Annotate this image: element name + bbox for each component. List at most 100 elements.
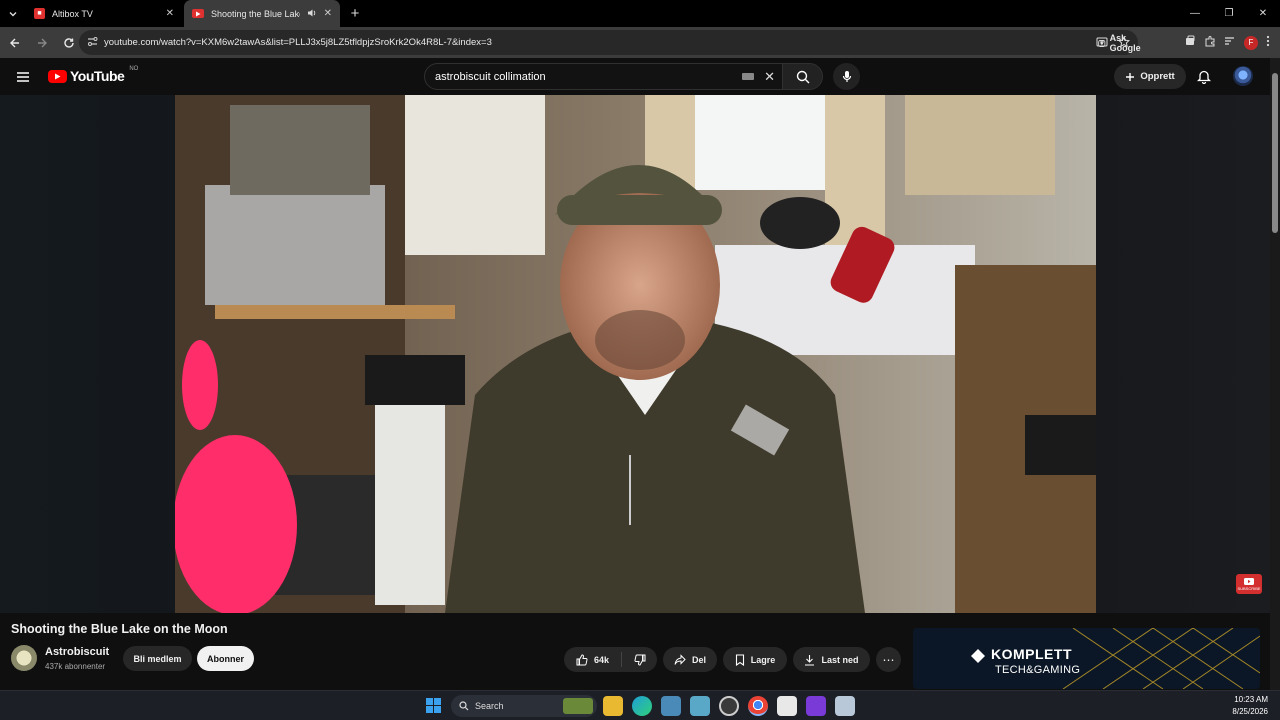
clock-app-icon[interactable]: [719, 696, 739, 716]
tab-youtube[interactable]: Shooting the Blue Lake on ✕: [184, 0, 340, 27]
like-count: 64k: [593, 654, 610, 665]
subscriber-count: 437k abonnenter: [45, 662, 106, 671]
download-icon: [805, 654, 815, 666]
more-actions-icon[interactable]: ⋯: [876, 647, 901, 672]
page-scrollbar[interactable]: [1270, 58, 1280, 690]
tab-close-icon[interactable]: ✕: [324, 8, 332, 19]
notifications-bell-icon[interactable]: [1196, 69, 1212, 89]
extensions-icon[interactable]: [1204, 34, 1216, 52]
share-label: Del: [691, 654, 706, 665]
clock-date: 8/25/2026: [1232, 707, 1268, 716]
search-button[interactable]: [782, 63, 823, 90]
address-bar[interactable]: youtube.com/watch?v=KXM6w2tawAs&list=PLL…: [79, 30, 1141, 55]
media-control-icon[interactable]: [1184, 34, 1196, 52]
ad-brand: KOMPLETT: [991, 646, 1072, 662]
microphone-icon: [842, 71, 851, 82]
join-button[interactable]: Bli medlem: [123, 646, 192, 671]
clock-time: 10:23 AM: [1234, 695, 1268, 704]
site-info-icon[interactable]: [87, 34, 98, 52]
back-icon[interactable]: [3, 31, 27, 55]
search-icon: [459, 701, 469, 711]
save-label: Lagre: [750, 654, 776, 665]
notepad-icon[interactable]: [777, 696, 797, 716]
tab-title: Shooting the Blue Lake on: [211, 8, 300, 19]
subscribe-button[interactable]: Abonner: [197, 646, 254, 671]
share-button[interactable]: Del: [663, 647, 717, 672]
reading-list-icon[interactable]: [1224, 34, 1236, 52]
tab-search-chevron-icon[interactable]: [0, 0, 26, 27]
keyboard-icon[interactable]: [742, 73, 755, 80]
subscribe-watermark[interactable]: SUBSCRIBE: [1236, 574, 1262, 594]
clear-search-icon[interactable]: ✕: [764, 69, 775, 85]
altibox-favicon-icon: ■: [34, 8, 45, 19]
youtube-masthead: YouTube NO ✕ Opprett: [0, 58, 1270, 95]
youtube-favicon-icon: [192, 9, 204, 18]
thumbs-up-icon: [576, 653, 588, 665]
tab-altibox[interactable]: ■ Altibox TV ✕: [26, 0, 182, 27]
share-icon: [674, 653, 686, 665]
like-dislike-group: 64k: [564, 647, 657, 672]
youtube-logo[interactable]: YouTube NO: [48, 66, 138, 84]
system-clock[interactable]: 10:23 AM 8/25/2026: [1232, 694, 1268, 718]
browser-toolbar: youtube.com/watch?v=KXM6w2tawAs&list=PLL…: [0, 27, 1280, 58]
channel-avatar[interactable]: [11, 645, 37, 671]
guide-menu-icon[interactable]: [16, 70, 30, 88]
chrome-icon[interactable]: [748, 696, 768, 716]
tab-close-icon[interactable]: ✕: [166, 8, 174, 19]
search-input[interactable]: [435, 70, 743, 83]
bookmark-star-icon[interactable]: [1117, 35, 1131, 53]
taskbar-search-label: Search: [475, 701, 504, 711]
taskbar-search[interactable]: Search: [451, 695, 597, 717]
download-label: Last ned: [821, 654, 859, 665]
window-controls: — ❐ ✕: [1178, 0, 1280, 27]
windows-start-icon[interactable]: [426, 698, 441, 713]
video-title: Shooting the Blue Lake on the Moon: [11, 622, 228, 636]
bookmark-icon: [735, 653, 744, 666]
watermark-label: SUBSCRIBE: [1237, 585, 1261, 591]
edge-icon[interactable]: [632, 696, 652, 716]
reload-icon[interactable]: [57, 31, 81, 55]
file-explorer-icon[interactable]: [603, 696, 623, 716]
profile-avatar[interactable]: F: [1244, 35, 1258, 50]
youtube-wordmark: YouTube: [70, 68, 125, 84]
new-tab-button[interactable]: +: [340, 0, 370, 27]
browser-actions: F: [1184, 27, 1280, 58]
like-button[interactable]: 64k: [564, 652, 622, 667]
browser-tab-strip: ■ Altibox TV ✕ Shooting the Blue Lake on…: [0, 0, 1280, 27]
forward-icon[interactable]: [30, 31, 54, 55]
store-icon[interactable]: [835, 696, 855, 716]
browser-menu-icon[interactable]: [1266, 34, 1270, 52]
video-frame: [175, 95, 1096, 613]
purple-app-icon[interactable]: [806, 696, 826, 716]
create-button[interactable]: Opprett: [1114, 64, 1186, 89]
search-icon: [796, 70, 809, 83]
download-button[interactable]: Last ned: [793, 647, 870, 672]
teams-icon[interactable]: [661, 696, 681, 716]
ad-tagline: TECH&GAMING: [995, 664, 1081, 676]
windows-taskbar: Search 10:23 AM 8/25/2026: [0, 690, 1280, 720]
omnibox-actions: [1096, 35, 1131, 53]
tab-title: Altibox TV: [52, 8, 93, 19]
restore-icon[interactable]: ❐: [1212, 0, 1246, 27]
account-avatar[interactable]: [1233, 66, 1253, 86]
create-label: Opprett: [1140, 71, 1175, 82]
save-button[interactable]: Lagre: [723, 647, 787, 672]
dislike-button[interactable]: [622, 654, 657, 666]
video-player[interactable]: [175, 95, 1096, 613]
audio-playing-icon[interactable]: [307, 8, 317, 20]
snipping-tool-icon[interactable]: [690, 696, 710, 716]
scrollbar-thumb[interactable]: [1272, 73, 1278, 233]
install-app-icon[interactable]: [1096, 35, 1108, 53]
ad-banner[interactable]: KOMPLETT TECH&GAMING: [913, 628, 1260, 689]
voice-search-button[interactable]: [833, 63, 860, 90]
minimize-icon[interactable]: —: [1178, 0, 1212, 27]
play-icon: [1244, 577, 1254, 585]
search-highlight-icon: [563, 698, 593, 714]
ad-background: [913, 628, 1260, 689]
window-close-icon[interactable]: ✕: [1246, 0, 1280, 27]
url-text[interactable]: youtube.com/watch?v=KXM6w2tawAs&list=PLL…: [104, 37, 492, 48]
thumbs-down-icon: [633, 654, 645, 666]
join-label: Bli medlem: [133, 653, 182, 664]
channel-name[interactable]: Astrobiscuit: [45, 646, 109, 658]
plus-icon: [1126, 72, 1135, 81]
